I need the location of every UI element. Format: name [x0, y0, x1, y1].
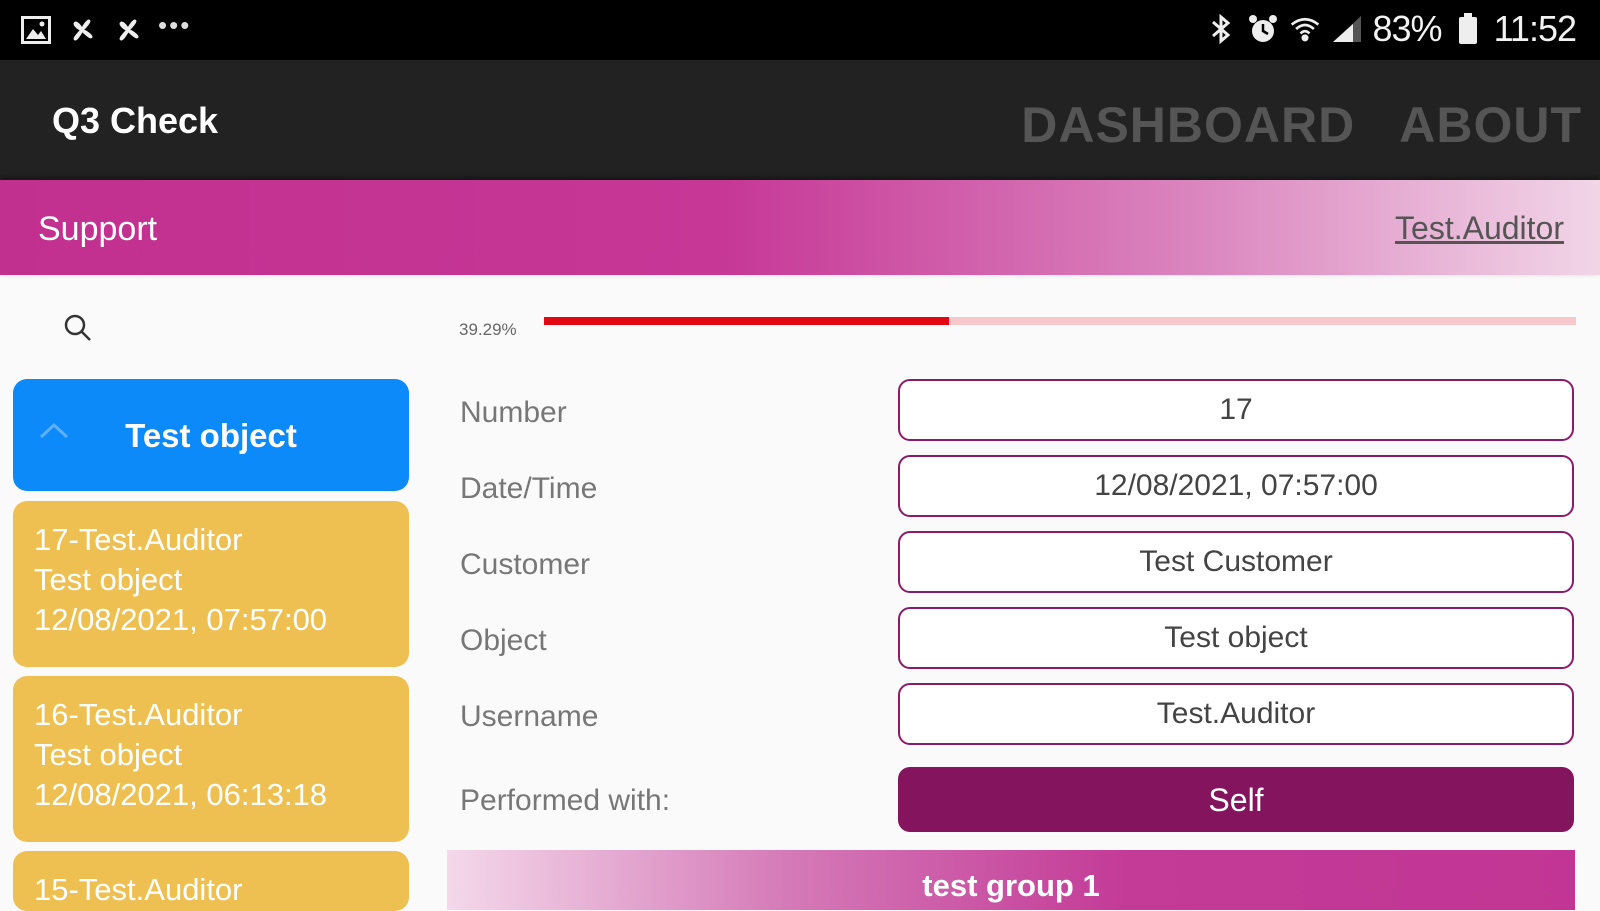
object-field[interactable]	[898, 607, 1574, 669]
customer-label: Customer	[460, 548, 591, 581]
question-group-bar[interactable]: test group 1	[447, 850, 1575, 910]
status-bar-left: •••	[20, 10, 191, 46]
search-icon[interactable]	[60, 310, 96, 346]
audit-item-datetime: 12/08/2021, 06:13:18	[34, 777, 328, 812]
datetime-field[interactable]	[898, 455, 1574, 517]
status-bar: ••• 83% 11:52	[0, 0, 1600, 60]
audit-item-title: 15-Test.Auditor	[34, 872, 243, 907]
audit-list-item[interactable]: 16-Test.Auditor Test object 12/08/2021, …	[13, 676, 409, 842]
number-label: Number	[460, 396, 567, 429]
progress-bar-fill	[544, 317, 950, 325]
audit-list-item[interactable]: 17-Test.Auditor Test object 12/08/2021, …	[13, 501, 409, 667]
nav-about[interactable]: ABOUT	[1399, 96, 1582, 154]
wifi-icon	[1289, 13, 1321, 45]
username-label: Username	[460, 700, 599, 733]
progress-percent: 39.29%	[459, 320, 517, 339]
audit-item-title: 17-Test.Auditor	[34, 522, 243, 557]
object-group-title: Test object	[125, 417, 297, 454]
battery-percent: 83%	[1372, 8, 1443, 49]
pinwheel-icon	[112, 14, 144, 46]
audit-item-title: 16-Test.Auditor	[34, 697, 243, 732]
clock: 11:52	[1493, 8, 1577, 49]
app-bar: Q3 Check DASHBOARD ABOUT	[0, 60, 1600, 180]
audit-item-object: Test object	[34, 737, 183, 772]
username-field[interactable]	[898, 683, 1574, 745]
support-bar: Support Test.Auditor	[0, 180, 1600, 275]
battery-icon	[1452, 13, 1484, 45]
bluetooth-icon	[1205, 13, 1237, 45]
audit-item-datetime: 12/08/2021, 07:57:00	[34, 602, 328, 637]
performed-with-button[interactable]: Self	[898, 767, 1574, 832]
image-icon	[20, 14, 52, 46]
nav-dashboard[interactable]: DASHBOARD	[1021, 96, 1355, 154]
audit-list-item[interactable]: 15-Test.Auditor	[13, 851, 409, 911]
more-dots-icon: •••	[158, 9, 192, 40]
object-label: Object	[460, 624, 547, 657]
support-link[interactable]: Support	[38, 210, 157, 249]
customer-field[interactable]	[898, 531, 1574, 593]
question-group-title: test group 1	[922, 868, 1100, 903]
current-user-link[interactable]: Test.Auditor	[1395, 210, 1564, 247]
top-nav: DASHBOARD ABOUT	[1021, 96, 1582, 154]
number-field[interactable]	[898, 379, 1574, 441]
alarm-icon	[1247, 13, 1279, 45]
app-title: Q3 Check	[52, 100, 219, 141]
progress-bar	[544, 317, 1576, 325]
object-group-header[interactable]: Test object	[13, 379, 409, 491]
pinwheel-icon	[66, 14, 98, 46]
status-bar-right: 83% 11:52	[1205, 8, 1577, 50]
audit-item-object: Test object	[34, 562, 183, 597]
datetime-label: Date/Time	[460, 472, 598, 505]
signal-icon	[1331, 13, 1363, 45]
performed-with-label: Performed with:	[460, 784, 671, 817]
